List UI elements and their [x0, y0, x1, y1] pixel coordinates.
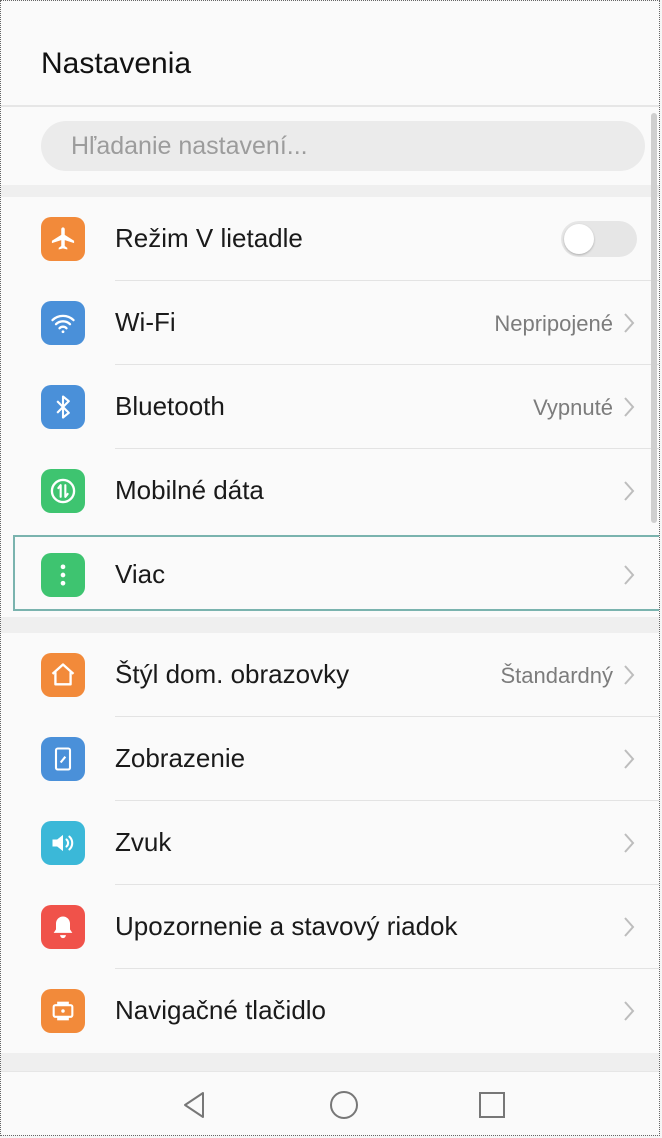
settings-item-label: Mobilné dáta	[115, 475, 264, 505]
page-title: Nastavenia	[41, 47, 192, 80]
mobile-data-icon	[41, 469, 85, 513]
settings-item-label: Upozornenie a stavový riadok	[115, 911, 458, 941]
chevron-right-icon	[624, 917, 635, 937]
home-circle-icon[interactable]	[327, 1088, 361, 1122]
bluetooth-icon	[41, 385, 85, 429]
settings-item-home-screen-style[interactable]: Štýl dom. obrazovky Štandardný	[1, 633, 659, 717]
settings-item-label: Zvuk	[115, 827, 172, 857]
navigation-key-icon	[41, 989, 85, 1033]
more-icon	[41, 553, 85, 597]
chevron-right-icon	[624, 565, 635, 585]
settings-item-label: Zobrazenie	[115, 743, 246, 773]
settings-item-mobile-data[interactable]: Mobilné dáta	[1, 449, 659, 533]
chevron-right-icon	[624, 1001, 635, 1021]
settings-item-display[interactable]: Zobrazenie	[1, 717, 659, 801]
system-navigation-bar	[1, 1071, 659, 1135]
chevron-right-icon	[624, 397, 635, 417]
settings-section-connectivity: Režim V lietadle Wi-Fi Nepripojené Bluet…	[1, 197, 659, 617]
recents-icon[interactable]	[475, 1088, 509, 1122]
settings-section-device: Štýl dom. obrazovky Štandardný Zobrazeni…	[1, 633, 659, 1053]
scrollbar[interactable]	[651, 113, 657, 523]
settings-item-more[interactable]: Viac	[1, 533, 659, 617]
display-icon	[41, 737, 85, 781]
home-icon	[41, 653, 85, 697]
chevron-right-icon	[624, 833, 635, 853]
toggle-knob	[564, 224, 594, 254]
chevron-right-icon	[624, 313, 635, 333]
section-gap	[1, 185, 659, 197]
settings-item-airplane-mode[interactable]: Režim V lietadle	[1, 197, 659, 281]
back-icon[interactable]	[177, 1088, 211, 1122]
settings-item-wifi[interactable]: Wi-Fi Nepripojené	[1, 281, 659, 365]
settings-item-label: Režim V lietadle	[115, 223, 303, 253]
section-gap	[1, 1053, 659, 1071]
settings-item-notifications[interactable]: Upozornenie a stavový riadok	[1, 885, 659, 969]
chevron-right-icon	[624, 749, 635, 769]
airplane-mode-toggle[interactable]	[561, 221, 637, 257]
settings-item-label: Navigačné tlačidlo	[115, 995, 327, 1025]
wifi-status: Nepripojené	[494, 311, 613, 336]
settings-item-sound[interactable]: Zvuk	[1, 801, 659, 885]
search-input[interactable]	[41, 121, 645, 171]
sound-icon	[41, 821, 85, 865]
settings-item-navigation-key[interactable]: Navigačné tlačidlo	[1, 969, 659, 1053]
settings-item-bluetooth[interactable]: Bluetooth Vypnuté	[1, 365, 659, 449]
section-gap	[1, 617, 659, 633]
settings-item-label: Štýl dom. obrazovky	[115, 659, 350, 689]
settings-item-label: Wi-Fi	[115, 307, 176, 337]
chevron-right-icon	[624, 481, 635, 501]
airplane-icon	[41, 217, 85, 261]
home-style-value: Štandardný	[500, 663, 613, 688]
search-bar	[1, 107, 659, 185]
bluetooth-status: Vypnuté	[533, 395, 613, 420]
settings-item-label: Bluetooth	[115, 391, 225, 421]
settings-screen: Nastavenia Režim V lietadle Wi-Fi Neprip…	[0, 0, 660, 1136]
wifi-icon	[41, 301, 85, 345]
settings-item-label: Viac	[115, 559, 166, 589]
bell-icon	[41, 905, 85, 949]
chevron-right-icon	[624, 665, 635, 685]
app-bar: Nastavenia	[1, 1, 659, 105]
